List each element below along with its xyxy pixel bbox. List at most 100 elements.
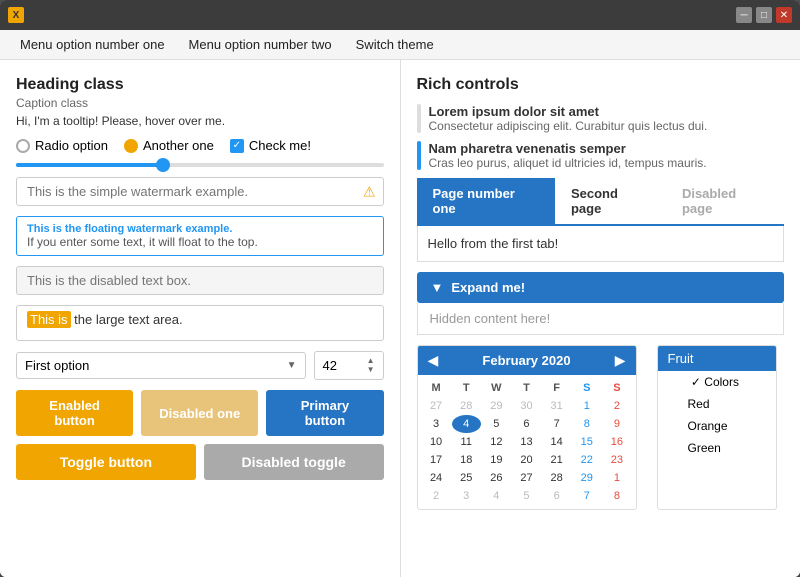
cal-cell-26[interactable]: 26: [482, 469, 511, 487]
simple-input-row: ⚠: [16, 177, 384, 206]
tree-item-fruit[interactable]: Fruit: [658, 346, 776, 371]
lorem-body-1: Consectetur adipiscing elit. Curabitur q…: [429, 119, 708, 133]
heading: Heading class: [16, 76, 384, 94]
checkbox-label: Check me!: [249, 138, 311, 153]
cal-cell-17[interactable]: 17: [422, 451, 451, 469]
cal-cell-27b[interactable]: 27: [512, 469, 541, 487]
cal-cell-31a[interactable]: 31: [542, 397, 571, 415]
cal-day-t2: T: [512, 379, 541, 397]
cal-cell-3[interactable]: 3: [422, 415, 451, 433]
cal-cell-23[interactable]: 23: [602, 451, 631, 469]
tree-item-red[interactable]: Red: [658, 393, 776, 415]
controls-row: First option ▼ 42 ▲ ▼: [16, 351, 384, 380]
radio-option-1[interactable]: Radio option: [16, 138, 108, 153]
accordion-label: Expand me!: [451, 280, 525, 295]
cal-cell-3b[interactable]: 3: [452, 487, 481, 505]
cal-cell-28a[interactable]: 28: [452, 397, 481, 415]
cal-cell-24[interactable]: 24: [422, 469, 451, 487]
cal-cell-2b[interactable]: 2: [422, 487, 451, 505]
cal-cell-21[interactable]: 21: [542, 451, 571, 469]
cal-day-m: M: [422, 379, 451, 397]
cal-cell-27a[interactable]: 27: [422, 397, 451, 415]
cal-cell-13[interactable]: 13: [512, 433, 541, 451]
disabled-input-row: [16, 266, 384, 295]
cal-cell-18[interactable]: 18: [452, 451, 481, 469]
cal-cell-16[interactable]: 16: [602, 433, 631, 451]
cal-cell-4-today[interactable]: 4: [452, 415, 481, 433]
cal-cell-2a[interactable]: 2: [602, 397, 631, 415]
calendar-header: ◀ February 2020 ▶: [418, 346, 636, 375]
cal-cell-29a[interactable]: 29: [482, 397, 511, 415]
calendar-next-button[interactable]: ▶: [615, 352, 626, 369]
spin-box[interactable]: 42 ▲ ▼: [314, 351, 384, 380]
floating-label-text: This is the floating watermark example.: [27, 223, 373, 235]
cal-cell-6[interactable]: 6: [512, 415, 541, 433]
caption: Caption class: [16, 96, 384, 110]
left-panel: Heading class Caption class Hi, I'm a to…: [0, 60, 401, 577]
close-button[interactable]: ✕: [776, 7, 792, 23]
cal-cell-15[interactable]: 15: [572, 433, 601, 451]
cal-cell-7b[interactable]: 7: [572, 487, 601, 505]
app-window: X ─ □ ✕ Menu option number one Menu opti…: [0, 0, 800, 577]
checkbox-option[interactable]: ✓ Check me!: [230, 138, 311, 153]
cal-day-w: W: [482, 379, 511, 397]
lorem-sidebar-2: [417, 141, 421, 170]
cal-cell-30a[interactable]: 30: [512, 397, 541, 415]
cal-cell-1a[interactable]: 1: [572, 397, 601, 415]
minimize-button[interactable]: ─: [736, 7, 752, 23]
cal-cell-29b[interactable]: 29: [572, 469, 601, 487]
main-content: Heading class Caption class Hi, I'm a to…: [0, 60, 800, 577]
cal-cell-7[interactable]: 7: [542, 415, 571, 433]
cal-cell-14[interactable]: 14: [542, 433, 571, 451]
expand-icon: ▼: [431, 280, 444, 295]
cal-cell-20[interactable]: 20: [512, 451, 541, 469]
cal-cell-11[interactable]: 11: [452, 433, 481, 451]
app-icon: X: [8, 7, 24, 23]
cal-cell-5b[interactable]: 5: [512, 487, 541, 505]
tabs: Page number one Second page Disabled pag…: [417, 178, 785, 226]
select-box[interactable]: First option ▼: [16, 352, 306, 379]
cal-day-t1: T: [452, 379, 481, 397]
primary-button[interactable]: Primary button: [266, 390, 383, 436]
maximize-button[interactable]: □: [756, 7, 772, 23]
menu-item-one[interactable]: Menu option number one: [8, 33, 177, 56]
enabled-button[interactable]: Enabled button: [16, 390, 133, 436]
cal-cell-22[interactable]: 22: [572, 451, 601, 469]
cal-cell-4b[interactable]: 4: [482, 487, 511, 505]
rich-controls-title: Rich controls: [417, 76, 785, 94]
slider-track: [16, 163, 384, 167]
radio-option-2[interactable]: Another one: [124, 138, 214, 153]
tab-page-one[interactable]: Page number one: [417, 178, 555, 224]
cal-cell-8[interactable]: 8: [572, 415, 601, 433]
cal-cell-1b[interactable]: 1: [602, 469, 631, 487]
menu-item-two[interactable]: Menu option number two: [177, 33, 344, 56]
radio-circle-2: [124, 139, 138, 153]
buttons-row-1: Enabled button Disabled one Primary butt…: [16, 390, 384, 436]
tree-item-orange[interactable]: Orange: [658, 415, 776, 437]
cal-cell-5[interactable]: 5: [482, 415, 511, 433]
slider-thumb[interactable]: [156, 158, 170, 172]
calendar-title: February 2020: [482, 353, 570, 368]
tree-item-green[interactable]: Green: [658, 437, 776, 459]
accordion-button[interactable]: ▼ Expand me!: [417, 272, 785, 303]
radio-circle-1: [16, 139, 30, 153]
lorem-content-2: Nam pharetra venenatis semper Cras leo p…: [429, 141, 707, 170]
tree-item-colors[interactable]: ✓ ✓ Colors: [658, 371, 776, 393]
calendar-week-1: 3 4 5 6 7 8 9: [422, 415, 632, 433]
toggle-button[interactable]: Toggle button: [16, 444, 196, 480]
cal-cell-6b[interactable]: 6: [542, 487, 571, 505]
cal-cell-10[interactable]: 10: [422, 433, 451, 451]
cal-cell-12[interactable]: 12: [482, 433, 511, 451]
cal-cell-8b[interactable]: 8: [602, 487, 631, 505]
simple-input[interactable]: [16, 177, 384, 206]
menu-item-switch-theme[interactable]: Switch theme: [344, 33, 446, 56]
cal-cell-25[interactable]: 25: [452, 469, 481, 487]
calendar-prev-button[interactable]: ◀: [428, 352, 439, 369]
large-textarea[interactable]: This is the large text area.: [16, 305, 384, 341]
cal-cell-19[interactable]: 19: [482, 451, 511, 469]
tab-second-page[interactable]: Second page: [555, 178, 666, 224]
cal-cell-9[interactable]: 9: [602, 415, 631, 433]
floating-label-container[interactable]: Lorem ipsum dolor sit amet This is the f…: [16, 216, 384, 256]
cal-cell-28b[interactable]: 28: [542, 469, 571, 487]
calendar-grid: M T W T F S S 27 28 29 30: [418, 375, 636, 509]
